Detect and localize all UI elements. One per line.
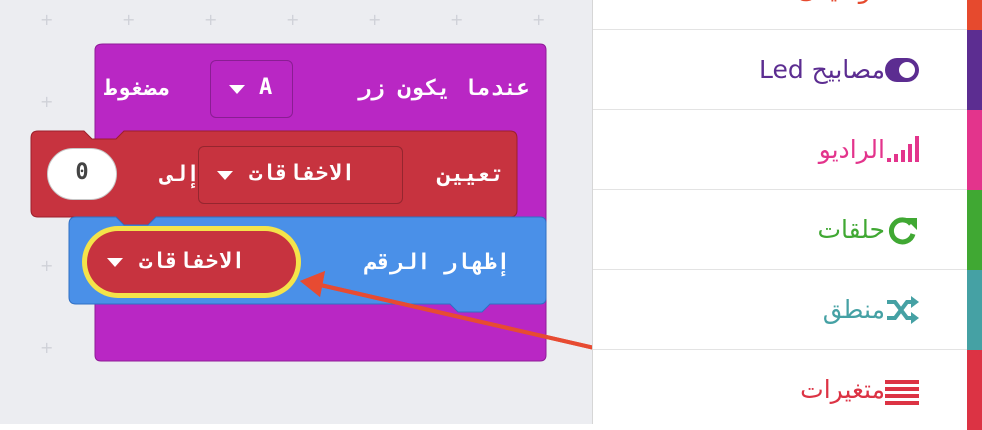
toolbox: موسيقى مصابيح Led الراديو حلقات: [592, 0, 982, 430]
toolbox-category-logic[interactable]: منطق: [593, 270, 982, 350]
category-label: موسيقى: [797, 0, 885, 30]
value-input[interactable]: 0: [47, 148, 117, 200]
chevron-down-icon: [107, 258, 123, 267]
toggle-icon: [885, 58, 919, 82]
show-number-label: إظهار الرقم: [364, 250, 510, 275]
category-stripe: [967, 350, 982, 430]
variable-dropdown[interactable]: الاخفاقات: [198, 146, 403, 204]
event-text: عندما يكون زر: [357, 76, 530, 101]
chevron-down-icon: [217, 171, 233, 180]
value-input-text: 0: [75, 160, 89, 185]
toolbox-category-loops[interactable]: حلقات: [593, 190, 982, 270]
category-stripe: [967, 30, 982, 110]
signal-bars-icon: [887, 136, 919, 162]
category-stripe: [967, 0, 982, 30]
blocks-workspace[interactable]: ++++++++++++++++++++++++++++++++++++++++…: [0, 0, 592, 424]
variable-reporter-value: الاخفاقات: [139, 249, 245, 274]
button-dropdown[interactable]: A: [210, 60, 293, 118]
category-stripe: [967, 270, 982, 350]
loop-icon: [888, 217, 917, 245]
to-label: إلى: [160, 162, 200, 187]
set-label: تعيين: [437, 162, 504, 187]
category-label: منطق: [822, 295, 885, 324]
category-label: متغيرات: [800, 375, 885, 404]
toolbox-category-radio[interactable]: الراديو: [593, 110, 982, 190]
variable-dropdown-value: الاخفاقات: [249, 161, 355, 186]
category-stripe: [967, 110, 982, 190]
category-label: الراديو: [818, 135, 885, 164]
category-stripe: [967, 190, 982, 270]
shuffle-icon: [887, 296, 919, 324]
chevron-down-icon: [229, 85, 245, 94]
toolbox-category-variables[interactable]: متغيرات: [593, 350, 982, 430]
pressed-text: مضغوط: [104, 76, 171, 101]
category-label: حلقات: [817, 215, 885, 244]
button-dropdown-value: A: [259, 75, 277, 100]
block-shapes: [30, 43, 592, 362]
variable-reporter[interactable]: الاخفاقات: [87, 231, 296, 293]
music-icon: [885, 0, 919, 6]
toolbox-category-led[interactable]: مصابيح Led: [593, 30, 982, 110]
toolbox-category-music[interactable]: موسيقى: [593, 0, 982, 30]
variables-icon: [885, 380, 919, 405]
category-label: مصابيح Led: [758, 55, 885, 84]
